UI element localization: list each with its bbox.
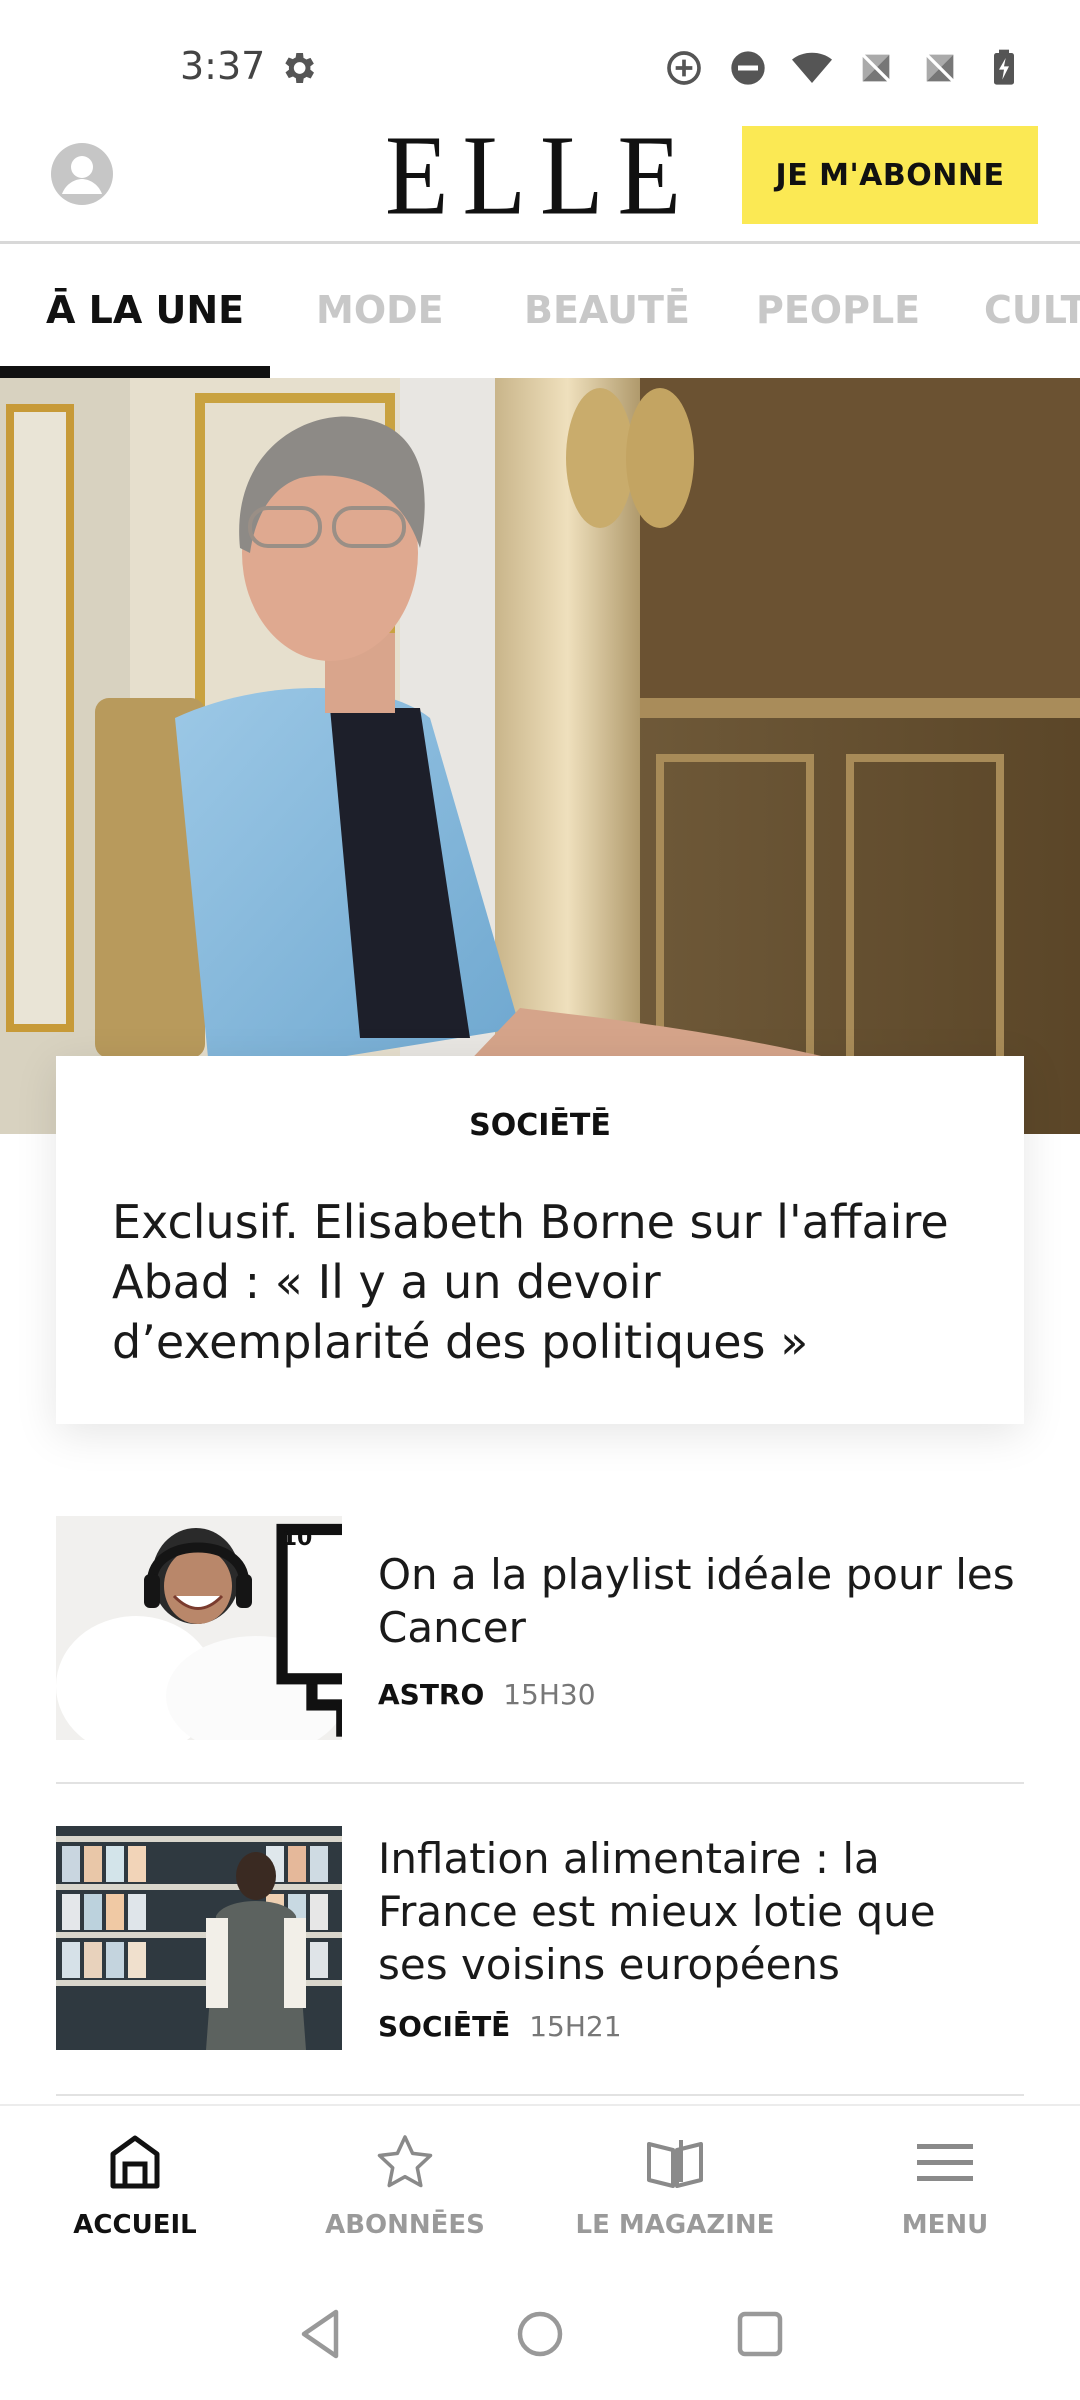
nav-abonnees[interactable]: ABONNĒES	[270, 2106, 540, 2270]
hero-title[interactable]: Exclusif. Elisabeth Borne sur l'affaire …	[112, 1192, 992, 1372]
article-time: 15H30	[503, 1678, 596, 1711]
article-thumbnail[interactable]	[56, 1826, 342, 2050]
home-circle-icon[interactable]	[508, 2302, 572, 2366]
home-icon	[110, 2135, 160, 2189]
tab-people[interactable]: PEOPLE	[756, 246, 920, 378]
subscribe-button[interactable]: JE M'ABONNE	[742, 126, 1038, 224]
article-time: 15H21	[529, 2010, 622, 2043]
tab-culture[interactable]: CULTU	[984, 246, 1080, 378]
battery-charging-icon	[994, 49, 1014, 85]
article-category: SOCIĒTĒ	[378, 2010, 511, 2043]
hero-image[interactable]	[0, 378, 1080, 1134]
article-category: ASTRO	[378, 1678, 485, 1711]
nav-accueil[interactable]: ACCUEIL	[0, 2106, 270, 2270]
tab-a-la-une[interactable]: Ā LA UNE	[46, 246, 244, 378]
hero-article-card[interactable]: SOCIĒTĒ Exclusif. Elisabeth Borne sur l'…	[56, 1056, 1024, 1424]
article-title[interactable]: Inflation alimentaire : la France est mi…	[378, 1832, 1018, 1991]
gallery-icon	[276, 1523, 342, 1737]
status-bar: 3:37	[0, 0, 1080, 120]
nav-le-magazine[interactable]: LE MAGAZINE	[540, 2106, 810, 2270]
hero-category: SOCIĒTĒ	[469, 1108, 611, 1143]
account-avatar-icon[interactable]	[50, 142, 114, 206]
status-time: 3:37	[180, 44, 266, 88]
nav-label: ACCUEIL	[73, 2210, 197, 2240]
category-tabs: Ā LA UNE MODE BEAUTĒ PEOPLE CULTU	[0, 246, 1080, 378]
article-meta: ASTRO 15H30	[378, 1678, 596, 1711]
nav-label: ABONNĒES	[325, 2210, 485, 2240]
divider	[56, 1782, 1024, 1784]
no-sim-icon	[859, 51, 893, 85]
list-item[interactable]: 10 On a la playlist idéale pour les Canc…	[56, 1516, 1024, 1740]
supermarket-photo	[56, 1826, 342, 2050]
wifi-icon	[792, 52, 832, 83]
nav-menu[interactable]: MENU	[810, 2106, 1080, 2270]
hero-photo	[0, 378, 1080, 1134]
app-header: ELLE JE M'ABONNE	[0, 118, 1080, 244]
back-icon[interactable]	[290, 2302, 354, 2366]
do-not-disturb-icon	[731, 51, 765, 85]
no-sim-icon	[923, 51, 957, 85]
menu-icon	[917, 2144, 973, 2181]
star-icon	[377, 2135, 433, 2188]
data-saver-icon	[667, 51, 701, 85]
bottom-navigation: ACCUEIL ABONNĒES LE MAGAZINE MENU	[0, 2104, 1080, 2268]
recents-icon[interactable]	[728, 2302, 792, 2366]
gallery-count: 10	[281, 1526, 313, 1551]
magazine-icon	[647, 2140, 703, 2188]
tab-beaute[interactable]: BEAUTĒ	[524, 246, 690, 378]
article-meta: SOCIĒTĒ 15H21	[378, 2010, 622, 2043]
active-tab-indicator	[0, 366, 270, 378]
article-title[interactable]: On a la playlist idéale pour les Cancer	[378, 1548, 1018, 1654]
article-thumbnail[interactable]: 10	[56, 1516, 342, 1740]
divider	[56, 2094, 1024, 2096]
gear-icon	[285, 53, 314, 83]
system-navigation-bar	[0, 2268, 1080, 2400]
nav-label: MENU	[901, 2210, 989, 2240]
list-item[interactable]: Inflation alimentaire : la France est mi…	[56, 1826, 1024, 2050]
tab-mode[interactable]: MODE	[316, 246, 444, 378]
nav-label: LE MAGAZINE	[575, 2210, 775, 2240]
